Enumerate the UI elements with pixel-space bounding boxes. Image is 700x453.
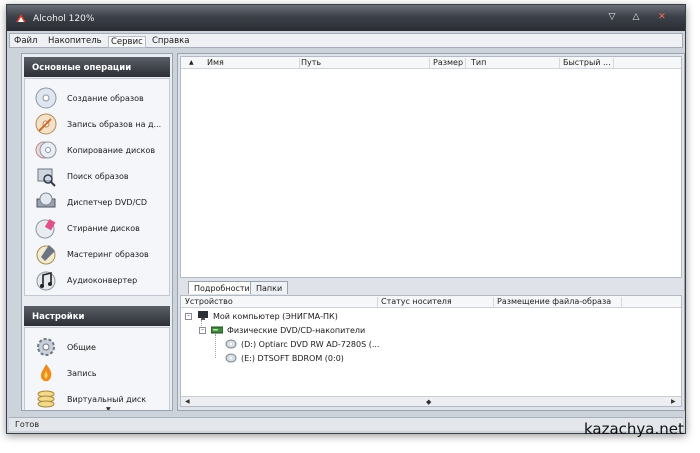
col-media-status[interactable]: Статус носителя (381, 297, 452, 306)
tree-label: Мой компьютер (ЭНИГМА-ПК) (213, 312, 338, 321)
disc-create-icon (35, 87, 57, 109)
settings-header[interactable]: Настройки (24, 306, 170, 326)
device-list-header: Устройство Статус носителя Размещение фа… (181, 296, 681, 308)
disc-burn-icon (35, 113, 57, 135)
op-label: Поиск образов (67, 172, 129, 181)
col-separator (299, 58, 300, 68)
scroll-left-icon[interactable]: ◀ (185, 398, 190, 405)
tree-node-drive-d[interactable]: (D:) Optiarc DVD RW AD-7280S (... (181, 339, 501, 351)
dvd-manager-icon (36, 192, 56, 208)
scroll-right-icon[interactable]: ▶ (671, 398, 676, 405)
operations-group: Создание образов Запись образов на д... … (24, 78, 170, 296)
op-label: Запись (67, 369, 97, 378)
op-label: Аудиоконвертер (67, 276, 138, 285)
image-list-header: ▲ Имя Путь Размер Тип Быстрый ... (181, 57, 681, 69)
op-audio-converter[interactable]: Аудиоконвертер (25, 267, 171, 293)
operations-header[interactable]: Основные операции (24, 57, 170, 77)
col-separator (429, 58, 430, 68)
settings-virtual-disc[interactable]: Виртуальный диск (25, 386, 171, 410)
audio-converter-icon (36, 271, 56, 291)
disc-erase-icon (35, 219, 56, 239)
tree-node-drive-e[interactable]: (E:) DTSOFT BDROM (0:0) (181, 353, 501, 365)
op-erase-disc[interactable]: Стирание дисков (25, 215, 171, 241)
col-separator (465, 58, 466, 68)
collapse-toggle-icon[interactable]: - (185, 313, 192, 320)
col-type[interactable]: Тип (471, 58, 486, 67)
maximize-icon[interactable]: △ (629, 11, 643, 23)
menu-drive[interactable]: Накопитель (46, 36, 104, 46)
tab-details[interactable]: Подробности (188, 281, 256, 294)
col-size[interactable]: Размер (433, 58, 463, 67)
op-copy-disc[interactable]: Копирование дисков (25, 137, 171, 163)
op-label: Диспетчер DVD/CD (67, 198, 148, 207)
tree-label: Физические DVD/CD-накопители (227, 326, 366, 335)
op-mastering[interactable]: Мастеринг образов (25, 241, 171, 267)
col-quick[interactable]: Быстрый ... (563, 58, 611, 67)
op-burn-image[interactable]: Запись образов на д... (25, 111, 171, 137)
close-icon[interactable]: ✕ (655, 11, 669, 23)
menu-help[interactable]: Справка (150, 36, 191, 46)
minimize-icon[interactable]: ▽ (605, 11, 619, 23)
op-label: Копирование дисков (67, 146, 156, 155)
col-device[interactable]: Устройство (185, 297, 233, 306)
tree-node-computer[interactable]: - Мой компьютер (ЭНИГМА-ПК) (181, 311, 481, 323)
task-panel: Основные операции Создание образов Запис… (21, 53, 173, 411)
op-label: Стирание дисков (67, 224, 140, 233)
col-separator (621, 297, 622, 307)
op-label: Создание образов (67, 94, 144, 103)
device-list[interactable]: Устройство Статус носителя Размещение фа… (180, 295, 682, 407)
tree-node-physical-drives[interactable]: - Физические DVD/CD-накопители (181, 325, 501, 337)
sort-arrow-icon[interactable]: ▲ (189, 59, 194, 66)
alcohol-logo-icon (16, 14, 26, 22)
image-search-icon (37, 168, 56, 187)
op-label: Виртуальный диск (67, 395, 147, 404)
col-name[interactable]: Имя (207, 58, 224, 67)
optical-drive-icon (225, 339, 237, 349)
app-window: Alcohol 120% ▽ △ ✕ Файл Накопитель Серви… (6, 4, 686, 434)
menu-file[interactable]: Файл (12, 36, 39, 46)
settings-general[interactable]: Общие (25, 334, 171, 360)
settings-group: Общие Запись Виртуальный диск (24, 327, 171, 410)
menu-service[interactable]: Сервис (108, 36, 146, 48)
disc-copy-icon (35, 141, 57, 159)
status-bar: Готов (9, 417, 683, 431)
scroll-down-icon[interactable]: ▼ (106, 406, 111, 410)
col-separator (493, 297, 494, 307)
title-bar[interactable]: Alcohol 120% ▽ △ ✕ (7, 5, 685, 31)
watermark: kazachya.net (584, 420, 684, 438)
col-image-location[interactable]: Размещение файла-образа (497, 297, 611, 306)
mastering-icon (36, 245, 56, 265)
gear-icon (37, 338, 55, 356)
op-label: Общие (67, 343, 96, 352)
virtual-disc-icon (37, 390, 55, 408)
op-dvd-manager[interactable]: Диспетчер DVD/CD (25, 189, 171, 215)
op-label: Запись образов на д... (67, 120, 162, 129)
computer-icon (198, 311, 208, 320)
main-area: ▲ Имя Путь Размер Тип Быстрый ... Подроб… (177, 53, 685, 411)
status-text: Готов (15, 420, 40, 429)
drive-group-icon (211, 326, 223, 334)
op-label: Мастеринг образов (67, 250, 149, 259)
menu-bar: Файл Накопитель Сервис Справка (9, 33, 683, 48)
horizontal-scrollbar[interactable]: ◀ ◆ ▶ (181, 396, 681, 406)
tab-folders[interactable]: Папки (250, 281, 289, 294)
window-title: Alcohol 120% (33, 14, 95, 24)
col-separator (377, 297, 378, 307)
op-create-image[interactable]: Создание образов (25, 85, 171, 111)
optical-drive-icon (225, 353, 237, 363)
op-search-images[interactable]: Поиск образов (25, 163, 171, 189)
settings-burn[interactable]: Запись (25, 360, 171, 386)
burn-flame-icon (40, 364, 52, 382)
tree-label: (D:) Optiarc DVD RW AD-7280S (... (241, 340, 380, 349)
col-separator (613, 58, 614, 68)
tree-label: (E:) DTSOFT BDROM (0:0) (241, 354, 344, 363)
col-separator (559, 58, 560, 68)
col-path[interactable]: Путь (301, 58, 321, 67)
image-list[interactable]: ▲ Имя Путь Размер Тип Быстрый ... (180, 56, 682, 278)
scroll-thumb-icon[interactable]: ◆ (426, 398, 431, 406)
collapse-toggle-icon[interactable]: - (199, 327, 206, 334)
